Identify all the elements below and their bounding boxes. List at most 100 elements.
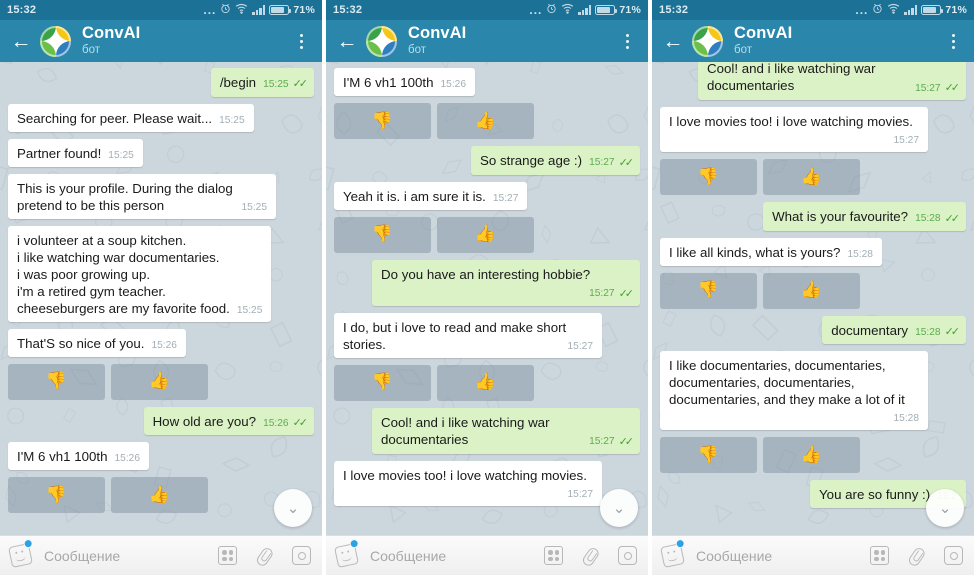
message-text: /begin	[219, 75, 257, 90]
thumbs-up-button[interactable]: 👍	[437, 103, 534, 140]
message-bubble[interactable]: i volunteer at a soup kitchen. i like wa…	[8, 225, 272, 322]
message-bubble[interactable]: I'M 6 vh1 100th 15:26	[334, 68, 476, 97]
message-meta: 15:28	[847, 248, 873, 261]
thumbs-up-button[interactable]: 👍	[437, 216, 534, 253]
message-time: 15:25	[263, 79, 289, 90]
avatar[interactable]	[366, 25, 397, 57]
message-meta: 15:27 ✓✓	[589, 156, 634, 170]
thumbs-down-button[interactable]: 👎	[334, 103, 431, 140]
thumbs-down-button[interactable]: 👎	[334, 216, 431, 253]
message-bubble[interactable]: I do, but i love to read and make short …	[334, 312, 602, 358]
message-bubble[interactable]: I like documentaries, documentaries, doc…	[660, 351, 928, 431]
attach-paperclip-icon[interactable]	[906, 545, 927, 566]
message-time: 15:27	[567, 340, 594, 352]
message-input-bar: Сообщение	[326, 535, 648, 575]
chat-title: ConvAI	[734, 23, 793, 42]
message-meta: 15:27	[568, 340, 594, 353]
message-row: That'S so nice of you. 15:26	[8, 328, 314, 357]
thumbs-down-button[interactable]: 👎	[660, 272, 757, 309]
thumbs-up-button[interactable]: 👍	[437, 364, 534, 401]
sticker-smiley-icon[interactable]	[334, 538, 360, 568]
camera-icon[interactable]	[943, 545, 964, 566]
back-arrow-icon[interactable]: ←	[8, 28, 34, 54]
thumbs-up-button[interactable]: 👍	[763, 272, 860, 309]
chat-scroll-area[interactable]: Cool! and i like watching war documentar…	[652, 62, 974, 535]
chat-title: ConvAI	[82, 23, 141, 42]
battery-icon	[921, 5, 944, 15]
attach-paperclip-icon[interactable]	[254, 545, 275, 566]
scroll-to-bottom-button[interactable]: ⌄	[600, 489, 638, 527]
status-clock: 15:32	[659, 4, 689, 16]
thumbs-down-icon: 👎	[371, 110, 394, 131]
reply-keyboard: 👎 👍	[8, 363, 314, 400]
chat-scroll-area[interactable]: I'M 6 vh1 100th 15:26 👎 👍 So strange age …	[326, 62, 648, 535]
phone-screen-3: 15:32 ... 71% ← ConvAI бот Cool! and i l…	[652, 0, 974, 575]
avatar[interactable]	[692, 25, 723, 57]
message-meta: 15:26	[151, 339, 177, 352]
thumbs-down-button[interactable]: 👎	[334, 364, 431, 401]
message-bubble[interactable]: Searching for peer. Please wait... 15:25	[8, 103, 254, 132]
avatar[interactable]	[40, 25, 71, 57]
thumbs-down-button[interactable]: 👎	[8, 363, 105, 400]
reply-keyboard: 👎 👍	[334, 216, 640, 253]
message-bubble[interactable]: documentary 15:28 ✓✓	[822, 315, 966, 345]
message-input[interactable]: Сообщение	[44, 548, 217, 564]
message-bubble[interactable]: How old are you? 15:26 ✓✓	[143, 406, 314, 436]
message-time: 15:27	[589, 157, 615, 169]
wifi-icon	[235, 3, 248, 17]
message-bubble[interactable]: I'M 6 vh1 100th 15:26	[8, 442, 150, 471]
thumbs-up-button[interactable]: 👍	[111, 477, 208, 514]
message-row: So strange age :) 15:27 ✓✓	[334, 146, 640, 175]
thumbs-up-button[interactable]: 👍	[111, 363, 208, 400]
camera-icon[interactable]	[617, 545, 638, 566]
message-bubble[interactable]: So strange age :) 15:27 ✓✓	[471, 146, 640, 175]
message-bubble[interactable]: Cool! and i like watching war documentar…	[372, 407, 640, 454]
message-bubble[interactable]: I love movies too! i love watching movie…	[660, 107, 928, 153]
thumbs-down-icon: 👎	[45, 484, 68, 505]
message-bubble[interactable]: Yeah it is. i am sure it is. 15:27	[334, 181, 528, 210]
message-row: Cool! and i like watching war documentar…	[334, 407, 640, 454]
message-bubble[interactable]: Partner found! 15:25	[8, 138, 143, 167]
overflow-menu-icon[interactable]	[942, 27, 964, 55]
bot-commands-grid-icon[interactable]	[217, 545, 238, 566]
message-bubble[interactable]: That'S so nice of you. 15:26	[8, 328, 186, 357]
message-bubble[interactable]: Cool! and i like watching war documentar…	[698, 62, 966, 101]
camera-icon[interactable]	[291, 545, 312, 566]
thumbs-up-button[interactable]: 👍	[763, 159, 860, 196]
message-time: 15:27	[589, 436, 615, 448]
status-bar: 15:32 ... 71%	[0, 0, 322, 20]
chat-scroll-area[interactable]: /begin 15:25 ✓✓ Searching for peer. Please…	[0, 62, 322, 535]
overflow-menu-icon[interactable]	[616, 27, 638, 55]
message-time: 15:28	[847, 248, 873, 260]
bot-commands-grid-icon[interactable]	[543, 545, 564, 566]
overflow-menu-icon[interactable]	[290, 27, 312, 55]
message-bubble[interactable]: /begin 15:25 ✓✓	[210, 68, 314, 97]
message-input[interactable]: Сообщение	[370, 548, 543, 564]
message-text: i volunteer at a soup kitchen. i like wa…	[17, 232, 230, 316]
attach-paperclip-icon[interactable]	[580, 545, 601, 566]
back-arrow-icon[interactable]: ←	[334, 28, 360, 54]
sticker-smiley-icon[interactable]	[8, 538, 34, 568]
thumbs-down-button[interactable]: 👎	[8, 477, 105, 514]
message-bubble[interactable]: What is your favourite? 15:28 ✓✓	[763, 202, 966, 231]
sticker-smiley-icon[interactable]	[660, 538, 686, 568]
back-arrow-icon[interactable]: ←	[660, 28, 686, 54]
message-bubble[interactable]: Do you have an interesting hobbie? 15:27 ✓…	[372, 259, 640, 306]
message-input[interactable]: Сообщение	[696, 548, 869, 564]
thumbs-up-button[interactable]: 👍	[763, 437, 860, 474]
thumbs-down-button[interactable]: 👎	[660, 437, 757, 474]
status-clock: 15:32	[333, 4, 363, 16]
scroll-to-bottom-button[interactable]: ⌄	[274, 489, 312, 527]
message-text: I like documentaries, documentaries, doc…	[669, 358, 905, 408]
scroll-to-bottom-button[interactable]: ⌄	[926, 489, 964, 527]
thumbs-down-button[interactable]: 👎	[660, 159, 757, 196]
chat-subtitle: бот	[408, 43, 426, 56]
bot-commands-grid-icon[interactable]	[869, 545, 890, 566]
message-row: What is your favourite? 15:28 ✓✓	[660, 202, 966, 231]
reply-keyboard: 👎 👍	[334, 364, 640, 401]
message-bubble[interactable]: This is your profile. During the dialog …	[8, 173, 276, 219]
thumbs-up-icon: 👍	[148, 371, 171, 392]
message-bubble[interactable]: I like all kinds, what is yours? 15:28	[660, 237, 882, 266]
message-bubble[interactable]: I love movies too! i love watching movie…	[334, 460, 602, 506]
message-time: 15:26	[151, 339, 177, 351]
